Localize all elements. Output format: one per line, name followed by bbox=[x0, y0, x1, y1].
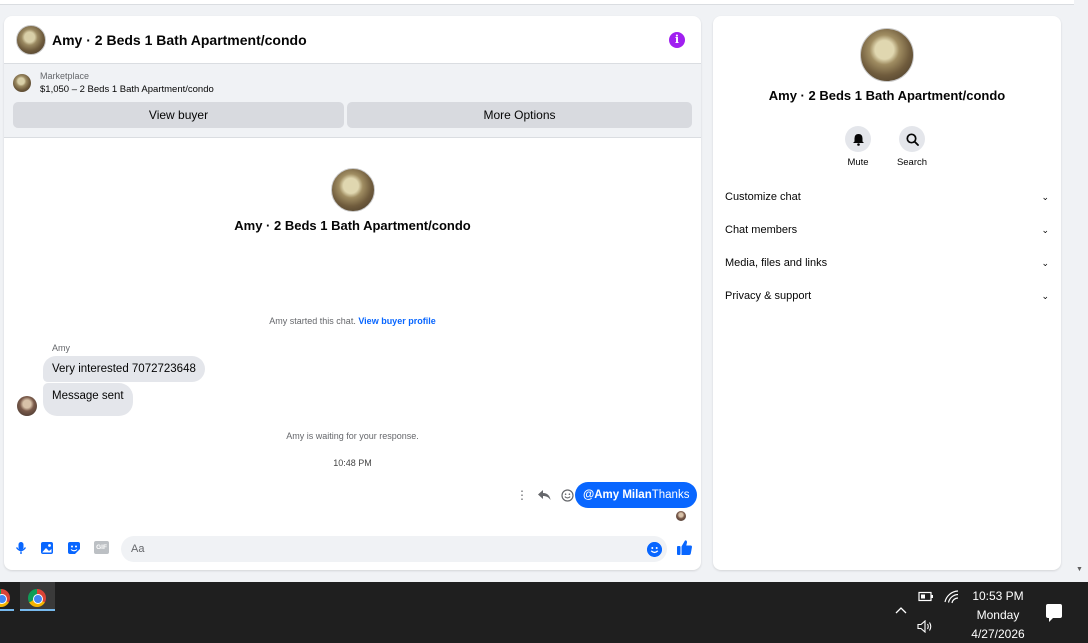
reply-icon[interactable] bbox=[538, 489, 551, 501]
gif-icon[interactable]: GIF bbox=[94, 541, 109, 554]
battery-icon[interactable] bbox=[918, 591, 934, 602]
thumbs-up-icon[interactable] bbox=[676, 539, 693, 556]
search-label: Search bbox=[896, 157, 928, 168]
wifi-icon[interactable] bbox=[944, 590, 960, 604]
system-clock[interactable]: 10:53 PM Monday 4/27/2026 bbox=[962, 587, 1034, 643]
details-avatar[interactable] bbox=[860, 28, 914, 82]
incoming-message[interactable]: Very interested 7072723648 bbox=[43, 356, 205, 382]
section-label: Customize chat bbox=[725, 191, 801, 203]
marketplace-banner: Marketplace $1,050 – 2 Beds 1 Bath Apart… bbox=[4, 64, 701, 138]
view-buyer-profile-link[interactable]: View buyer profile bbox=[358, 316, 435, 326]
clock-time: 10:53 PM bbox=[972, 589, 1024, 603]
chevron-down-icon: ⌄ bbox=[1041, 191, 1049, 202]
mute-label: Mute bbox=[847, 157, 869, 168]
sender-avatar[interactable] bbox=[17, 396, 37, 416]
react-emoji-icon[interactable] bbox=[561, 488, 574, 502]
section-chat-members[interactable]: Chat members ⌄ bbox=[725, 224, 1049, 236]
chevron-down-icon: ⌄ bbox=[1041, 257, 1049, 268]
browser-top-border bbox=[0, 0, 1074, 5]
chat-started-text: Amy started this chat. bbox=[269, 316, 356, 326]
chat-profile-header: Amy · 2 Beds 1 Bath Apartment/condo bbox=[4, 168, 701, 233]
message-actions: ⋮ bbox=[516, 488, 574, 502]
outgoing-message-text: Thanks bbox=[651, 489, 690, 501]
section-privacy-support[interactable]: Privacy & support ⌄ bbox=[725, 290, 1049, 302]
incoming-message[interactable]: Message sent bbox=[43, 383, 133, 416]
sender-name: Amy bbox=[52, 343, 70, 353]
chevron-down-icon: ⌄ bbox=[1041, 224, 1049, 235]
sticker-icon[interactable] bbox=[67, 541, 81, 555]
chrome-icon[interactable] bbox=[0, 589, 10, 607]
section-label: Chat members bbox=[725, 224, 798, 236]
profile-avatar[interactable] bbox=[330, 168, 375, 212]
taskbar-running-indicator bbox=[0, 609, 14, 611]
microphone-icon[interactable] bbox=[14, 541, 28, 555]
marketplace-listing[interactable]: Marketplace $1,050 – 2 Beds 1 Bath Apart… bbox=[13, 70, 214, 96]
more-options-button[interactable]: More Options bbox=[347, 102, 692, 128]
taskbar: 10:53 PM Monday 4/27/2026 bbox=[0, 582, 1088, 643]
waiting-notice: Amy is waiting for your response. bbox=[286, 431, 419, 441]
message-timestamp: 10:48 PM bbox=[333, 458, 372, 468]
photo-icon[interactable] bbox=[40, 541, 54, 555]
volume-icon[interactable] bbox=[917, 620, 934, 633]
details-name: Amy · 2 Beds 1 Bath Apartment/condo bbox=[768, 88, 1006, 103]
listing-title: $1,050 – 2 Beds 1 Bath Apartment/condo bbox=[40, 84, 214, 95]
info-icon[interactable]: i bbox=[669, 32, 685, 48]
more-vertical-icon[interactable]: ⋮ bbox=[516, 488, 528, 502]
conversation-details-panel: Amy · 2 Beds 1 Bath Apartment/condo Mute… bbox=[713, 16, 1061, 570]
section-label: Media, files and links bbox=[725, 257, 828, 269]
marketplace-label: Marketplace bbox=[40, 71, 90, 81]
chat-started-notice: Amy started this chat. View buyer profil… bbox=[4, 316, 701, 326]
chevron-up-icon[interactable] bbox=[895, 606, 907, 614]
chat-avatar[interactable] bbox=[16, 24, 46, 55]
chat-panel: Amy · 2 Beds 1 Bath Apartment/condo i Ma… bbox=[4, 16, 701, 570]
section-label: Privacy & support bbox=[725, 290, 812, 302]
view-buyer-button[interactable]: View buyer bbox=[13, 102, 344, 128]
search-button[interactable]: Search bbox=[892, 126, 932, 168]
section-customize-chat[interactable]: Customize chat ⌄ bbox=[725, 191, 1049, 203]
chevron-down-icon: ⌄ bbox=[1041, 290, 1049, 301]
notification-icon[interactable] bbox=[1046, 604, 1062, 622]
search-icon bbox=[905, 132, 919, 146]
bell-icon bbox=[852, 133, 864, 146]
mute-button[interactable]: Mute bbox=[838, 126, 878, 168]
message-composer: GIF bbox=[4, 534, 701, 564]
section-media-files-links[interactable]: Media, files and links ⌄ bbox=[725, 257, 1049, 269]
message-input[interactable] bbox=[121, 536, 667, 562]
chrome-icon[interactable] bbox=[28, 589, 46, 607]
profile-name: Amy · 2 Beds 1 Bath Apartment/condo bbox=[234, 218, 471, 233]
emoji-icon[interactable] bbox=[647, 542, 662, 557]
scrollbar-down-arrow[interactable]: ▼ bbox=[1076, 566, 1083, 573]
seen-avatar bbox=[676, 511, 686, 521]
clock-day: Monday bbox=[976, 608, 1020, 622]
taskbar-running-indicator bbox=[20, 609, 55, 611]
outgoing-message[interactable]: @Amy MilanThanks bbox=[575, 482, 698, 508]
chat-header: Amy · 2 Beds 1 Bath Apartment/condo i bbox=[4, 16, 701, 64]
chat-title[interactable]: Amy · 2 Beds 1 Bath Apartment/condo bbox=[52, 32, 307, 48]
mention[interactable]: @Amy Milan bbox=[583, 489, 652, 501]
clock-date: 4/27/2026 bbox=[971, 627, 1025, 641]
listing-thumbnail bbox=[13, 74, 31, 92]
